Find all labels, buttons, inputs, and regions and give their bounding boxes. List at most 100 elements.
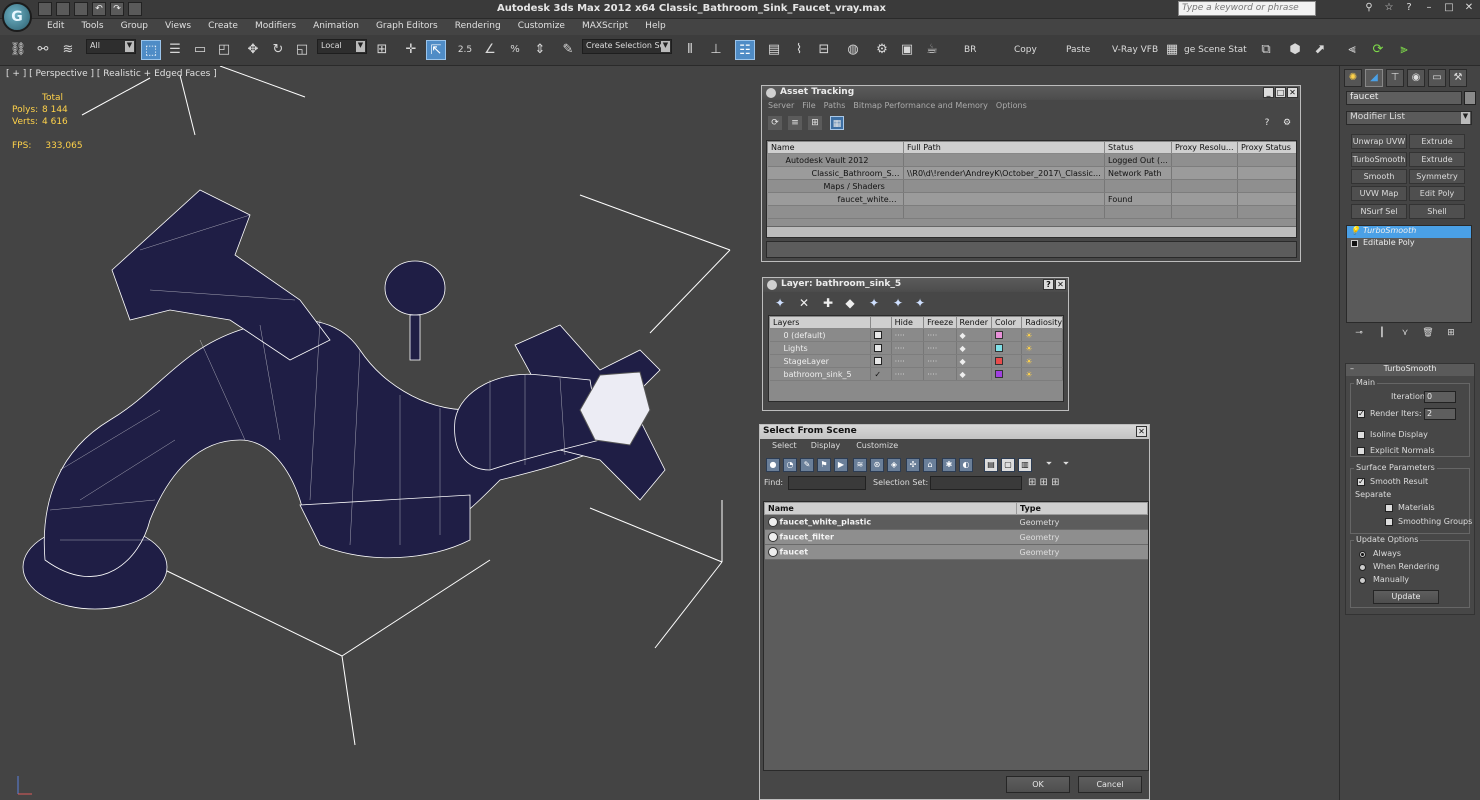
window-crossing-icon[interactable]: ◰ bbox=[214, 40, 234, 60]
display-xrefs-icon[interactable]: ◈ bbox=[887, 458, 901, 472]
close-icon[interactable]: ✕ bbox=[1287, 87, 1298, 98]
display-geometry-icon[interactable]: ● bbox=[766, 458, 780, 472]
layer-manager-icon[interactable]: ☷ bbox=[735, 40, 755, 60]
current-layer-check-icon[interactable]: ✓ bbox=[870, 367, 892, 381]
selection-set-tools-icon[interactable]: ⊞ ⊞ ⊞ bbox=[1028, 477, 1060, 488]
menu-tools[interactable]: Tools bbox=[72, 19, 111, 35]
smooth-result-checkbox[interactable]: ✓ bbox=[1357, 478, 1365, 486]
smoothing-groups-checkbox[interactable] bbox=[1385, 518, 1393, 526]
close-icon[interactable]: ✕ bbox=[1136, 426, 1147, 437]
binoculars-icon[interactable]: ⚲ bbox=[1362, 1, 1376, 15]
unwrap-uvw-button[interactable]: Unwrap UVW bbox=[1351, 134, 1407, 149]
help-icon[interactable]: ? bbox=[1260, 116, 1274, 130]
curve-editor-icon[interactable]: ⌇ bbox=[789, 40, 809, 60]
extrude-button[interactable]: Extrude bbox=[1409, 152, 1465, 167]
materials-checkbox[interactable] bbox=[1385, 504, 1393, 512]
move-icon[interactable]: ✥ bbox=[243, 40, 263, 60]
col-type[interactable]: Type bbox=[1016, 502, 1148, 515]
maximize-icon[interactable]: □ bbox=[1442, 1, 1456, 15]
modify-tab-icon[interactable]: ◢ bbox=[1365, 69, 1383, 87]
paste-button[interactable]: Paste bbox=[1066, 45, 1090, 55]
current-layer-checkbox[interactable] bbox=[874, 331, 883, 339]
nsurf-sel-button[interactable]: NSurf Sel bbox=[1351, 204, 1407, 219]
cancel-button[interactable]: Cancel bbox=[1078, 776, 1142, 793]
link-icon[interactable]: ⛓ bbox=[8, 40, 28, 60]
redo-icon[interactable]: ↷ bbox=[110, 2, 124, 16]
display-shapes-icon[interactable]: ◔ bbox=[783, 458, 797, 472]
table-row[interactable]: Autodesk Vault 2012 Logged Out (... bbox=[767, 153, 1296, 167]
col-freeze[interactable]: Freeze bbox=[923, 316, 957, 329]
symmetry-button[interactable]: Symmetry bbox=[1409, 169, 1465, 184]
object-color-swatch[interactable] bbox=[1464, 91, 1476, 105]
rectangle-selection-icon[interactable]: ▭ bbox=[190, 40, 210, 60]
copy-button[interactable]: Copy bbox=[1014, 45, 1037, 55]
pivot-center-icon[interactable]: ⊞ bbox=[372, 40, 392, 60]
expand-icon[interactable] bbox=[1351, 240, 1358, 247]
edit-named-selection-icon[interactable]: ✎ bbox=[558, 40, 578, 60]
selection-set-dropdown[interactable] bbox=[930, 476, 1022, 490]
show-end-result-icon[interactable]: ┃ bbox=[1373, 328, 1391, 342]
select-all-icon[interactable]: ▤ bbox=[984, 458, 998, 472]
refresh-icon[interactable]: ⟳ bbox=[768, 116, 782, 130]
close-icon[interactable]: ✕ bbox=[1055, 279, 1066, 290]
save-file-icon[interactable] bbox=[74, 2, 88, 16]
new-file-icon[interactable] bbox=[38, 2, 52, 16]
grid-view-icon[interactable]: ▦ bbox=[830, 116, 844, 130]
table-view-icon[interactable]: ⊞ bbox=[808, 116, 822, 130]
reference-coordinate-dropdown[interactable]: Local bbox=[317, 39, 367, 54]
object-name-input[interactable]: faucet bbox=[1346, 91, 1462, 105]
menu-maxscript[interactable]: MAXScript bbox=[573, 19, 636, 35]
col-name[interactable]: Name bbox=[767, 141, 904, 154]
toolbar-tool-f-icon[interactable]: ⫸ bbox=[1394, 40, 1414, 60]
hide-all-layers-icon[interactable]: ✦ bbox=[891, 296, 905, 310]
menu-bitmap-performance[interactable]: Bitmap Performance and Memory bbox=[849, 100, 992, 114]
horizontal-scrollbar[interactable] bbox=[767, 226, 1296, 237]
filter-icon[interactable]: ⏷ bbox=[1042, 458, 1056, 472]
display-groups-icon[interactable]: ⊛ bbox=[870, 458, 884, 472]
motion-tab-icon[interactable]: ◉ bbox=[1407, 69, 1425, 87]
mirror-icon[interactable]: ⫴ bbox=[680, 40, 700, 60]
layer-row[interactable]: 0 (default) ···· ···· ◆ ☀ bbox=[769, 328, 1063, 342]
menu-modifiers[interactable]: Modifiers bbox=[246, 19, 304, 35]
col-full-path[interactable]: Full Path bbox=[903, 141, 1105, 154]
layer-color-swatch[interactable] bbox=[995, 331, 1003, 339]
layer-row[interactable]: bathroom_sink_5 ✓ ···· ···· ◆ ☀ bbox=[769, 367, 1063, 381]
menu-help[interactable]: Help bbox=[636, 19, 674, 35]
rollout-header[interactable]: – TurboSmooth bbox=[1346, 364, 1474, 376]
table-row[interactable]: Maps / Shaders bbox=[767, 179, 1296, 193]
utilities-tab-icon[interactable]: ⚒ bbox=[1449, 69, 1467, 87]
always-radio[interactable] bbox=[1359, 551, 1366, 558]
app-logo[interactable]: G bbox=[2, 2, 32, 32]
menu-customize[interactable]: Customize bbox=[509, 19, 573, 35]
table-row[interactable]: Classic_Bathroom_Sin... \\R0\d\!render\A… bbox=[767, 166, 1296, 180]
ok-button[interactable]: OK bbox=[1006, 776, 1070, 793]
col-proxy-resolution[interactable]: Proxy Resolu... bbox=[1171, 141, 1238, 154]
spinner-snap-icon[interactable]: ⇕ bbox=[530, 40, 550, 60]
layer-color-swatch[interactable] bbox=[995, 357, 1003, 365]
select-by-name-icon[interactable]: ☰ bbox=[165, 40, 185, 60]
select-manipulate-icon[interactable]: ✛ bbox=[401, 40, 421, 60]
make-unique-icon[interactable]: ⋎ bbox=[1396, 328, 1414, 342]
display-spacewarps-icon[interactable]: ≋ bbox=[853, 458, 867, 472]
close-icon[interactable]: ✕ bbox=[1462, 1, 1476, 15]
delete-layer-icon[interactable]: ✕ bbox=[797, 296, 811, 310]
snap-toggle-icon[interactable]: 2.5 bbox=[455, 40, 475, 60]
list-view-icon[interactable]: ≡ bbox=[788, 116, 802, 130]
render-iters-checkbox[interactable]: ✓ bbox=[1357, 410, 1365, 418]
display-helpers-icon[interactable]: ▶ bbox=[834, 458, 848, 472]
project-folder-icon[interactable] bbox=[128, 2, 142, 16]
scene-states-button[interactable]: ge Scene Stat bbox=[1184, 45, 1247, 55]
help-icon[interactable]: ? bbox=[1402, 1, 1416, 15]
asset-tracking-titlebar[interactable]: Asset Tracking _ □ ✕ bbox=[762, 86, 1300, 100]
render-production-icon[interactable]: ☕ bbox=[922, 40, 942, 60]
when-rendering-radio[interactable] bbox=[1359, 564, 1366, 571]
display-hidden-icon[interactable]: ◐ bbox=[959, 458, 973, 472]
toolbar-tool-a-icon[interactable]: ⧉ bbox=[1256, 40, 1276, 60]
isoline-display-checkbox[interactable] bbox=[1357, 431, 1365, 439]
stack-item-editable-poly[interactable]: Editable Poly bbox=[1347, 238, 1471, 250]
maximize-icon[interactable]: □ bbox=[1275, 87, 1286, 98]
viewport-label[interactable]: [ + ] [ Perspective ] [ Realistic + Edge… bbox=[6, 69, 217, 79]
menu-file[interactable]: File bbox=[798, 100, 819, 114]
col-proxy-status[interactable]: Proxy Status bbox=[1237, 141, 1296, 154]
select-layer-objects-icon[interactable]: ◆ bbox=[843, 296, 857, 310]
